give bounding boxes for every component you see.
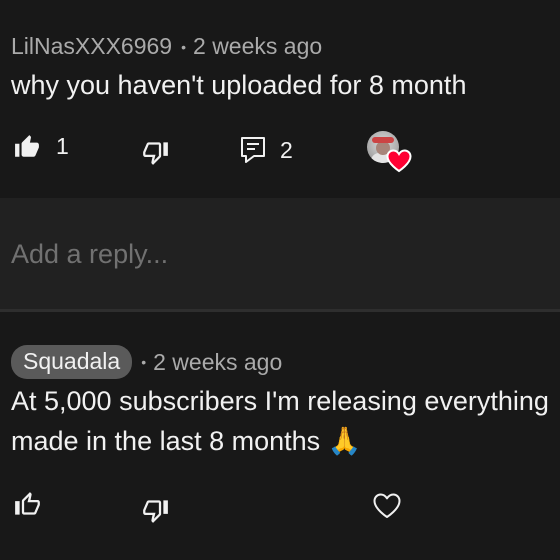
comment-meta: LilNasXXX6969 • 2 weeks ago [11,33,322,60]
like-button[interactable]: 1 [14,133,69,160]
comment-text: why you haven't uploaded for 8 month [11,70,467,100]
dislike-button[interactable] [142,497,169,524]
reply-timestamp[interactable]: 2 weeks ago [153,349,282,376]
reply-text-line-1: At 5,000 subscribers I'm releasing every… [11,386,549,416]
reply-input-area[interactable]: Add a reply... [0,198,560,310]
heart-button[interactable] [372,492,402,520]
comment-author[interactable]: LilNasXXX6969 [11,33,172,60]
replies-button[interactable]: 2 [240,136,293,164]
reply-text-line-2: made in the last 8 months 🙏 [11,426,362,456]
comment-icon [240,136,266,164]
like-count: 1 [56,133,69,159]
thumbs-up-icon [14,491,41,518]
like-button[interactable] [14,491,41,518]
creator-heart [367,131,413,177]
thumbs-down-icon [142,139,169,166]
thumbs-up-filled-icon [14,134,40,160]
comment-thread: LilNasXXX6969 • 2 weeks ago why you have… [0,0,560,198]
dislike-button[interactable] [142,139,169,166]
meta-separator: • [141,354,147,370]
comment-timestamp[interactable]: 2 weeks ago [193,33,322,60]
reply-meta: Squadala • 2 weeks ago [11,345,282,379]
meta-separator: • [181,38,187,55]
heart-outline-icon [372,492,402,520]
reply-author-badge[interactable]: Squadala [11,345,133,379]
reply-input[interactable]: Add a reply... [11,239,168,270]
reply-comment: Squadala • 2 weeks ago At 5,000 subscrib… [0,312,560,560]
heart-icon [386,149,412,178]
thumbs-down-icon [142,497,169,524]
reply-count: 2 [280,136,293,163]
